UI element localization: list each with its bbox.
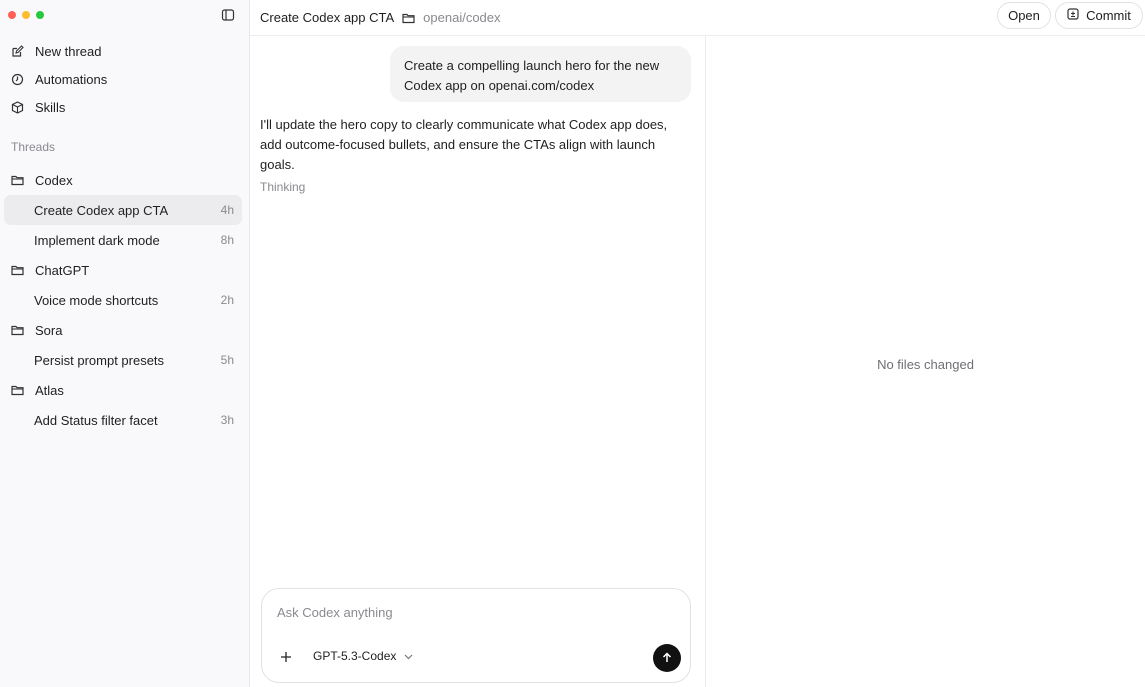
window-controls xyxy=(8,11,44,19)
assistant-message: I'll update the hero copy to clearly com… xyxy=(260,117,668,172)
thread-title: Create Codex app CTA xyxy=(34,202,169,218)
close-window-button[interactable] xyxy=(8,11,16,19)
arrow-up-icon xyxy=(662,651,672,666)
sidebar-nav: New thread Automations Skills xyxy=(0,37,250,121)
thread-age: 8h xyxy=(220,233,234,247)
user-message: Create a compelling launch hero for the … xyxy=(390,46,691,102)
thread-title: Persist prompt presets xyxy=(34,352,165,368)
sidebar-item-label: New thread xyxy=(35,43,102,59)
folder-icon xyxy=(402,13,415,23)
sidebar: New thread Automations Skills Threads Co… xyxy=(0,0,250,687)
commit-button-label: Commit xyxy=(1086,8,1131,23)
folder-icon xyxy=(11,384,24,397)
empty-state-text: No files changed xyxy=(877,357,974,372)
open-button[interactable]: Open xyxy=(997,2,1051,29)
changes-panel: No files changed xyxy=(706,36,1145,687)
sidebar-item-label: Automations xyxy=(35,71,108,87)
zoom-window-button[interactable] xyxy=(36,11,44,19)
thread-age: 2h xyxy=(220,293,234,307)
folder-label: Codex xyxy=(35,172,73,188)
repo-name: openai/codex xyxy=(423,10,501,25)
compose-icon xyxy=(11,44,24,58)
clock-icon xyxy=(11,73,24,86)
folder-icon xyxy=(11,264,24,277)
chevron-down-icon xyxy=(404,649,413,663)
model-name: GPT-5.3-Codex xyxy=(313,649,397,663)
page-title: Create Codex app CTA xyxy=(260,10,395,25)
sidebar-toggle-icon[interactable] xyxy=(221,8,235,22)
sidebar-item-label: Skills xyxy=(35,99,66,115)
send-button[interactable] xyxy=(653,644,681,672)
thread-item[interactable]: Persist prompt presets 5h xyxy=(4,345,242,375)
sidebar-item-skills[interactable]: Skills xyxy=(0,93,250,121)
thread-item[interactable]: Create Codex app CTA 4h xyxy=(4,195,242,225)
thread-age: 5h xyxy=(220,353,234,367)
composer: GPT-5.3-Codex xyxy=(261,588,691,683)
model-selector[interactable]: GPT-5.3-Codex xyxy=(313,649,413,663)
thread-item[interactable]: Voice mode shortcuts 2h xyxy=(4,285,242,315)
commit-icon xyxy=(1067,8,1079,23)
top-bar: Create Codex app CTA openai/codex Open C… xyxy=(250,0,1145,36)
cube-icon xyxy=(11,100,24,114)
commit-button[interactable]: Commit xyxy=(1055,2,1143,29)
chat-panel: Create a compelling launch hero for the … xyxy=(250,36,706,687)
thread-age: 4h xyxy=(220,203,234,217)
thread-age: 3h xyxy=(220,413,234,427)
folder-icon xyxy=(11,174,24,187)
project-folder-sora[interactable]: Sora xyxy=(4,315,242,345)
thread-title: Implement dark mode xyxy=(34,232,160,248)
thread-item[interactable]: Add Status filter facet 3h xyxy=(4,405,242,435)
folder-icon xyxy=(11,324,24,337)
minimize-window-button[interactable] xyxy=(22,11,30,19)
thinking-status: Thinking xyxy=(260,180,306,194)
project-folder-codex[interactable]: Codex xyxy=(4,165,242,195)
thread-item[interactable]: Implement dark mode 8h xyxy=(4,225,242,255)
thread-list: Codex Create Codex app CTA 4h Implement … xyxy=(4,165,242,435)
folder-label: Atlas xyxy=(35,382,64,398)
folder-label: Sora xyxy=(35,322,63,338)
add-icon[interactable] xyxy=(279,650,293,664)
folder-label: ChatGPT xyxy=(35,262,90,278)
thread-title: Voice mode shortcuts xyxy=(34,292,159,308)
project-folder-atlas[interactable]: Atlas xyxy=(4,375,242,405)
open-button-label: Open xyxy=(1008,8,1040,23)
thread-title: Add Status filter facet xyxy=(34,412,158,428)
prompt-input[interactable] xyxy=(277,602,667,622)
sidebar-item-new-thread[interactable]: New thread xyxy=(0,37,250,65)
project-folder-chatgpt[interactable]: ChatGPT xyxy=(4,255,242,285)
repo-breadcrumb[interactable]: openai/codex xyxy=(402,10,501,25)
threads-section-label: Threads xyxy=(11,140,56,154)
sidebar-item-automations[interactable]: Automations xyxy=(0,65,250,93)
